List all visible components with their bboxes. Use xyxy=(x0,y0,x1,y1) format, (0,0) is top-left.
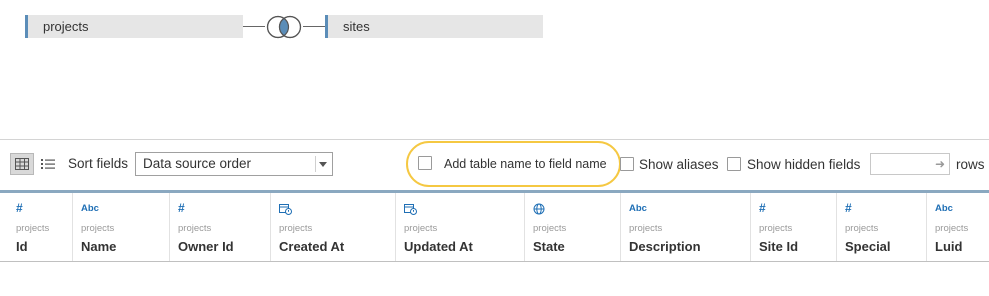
field-column-header[interactable]: # projects Owner Id xyxy=(170,193,271,261)
field-table-name: projects xyxy=(533,223,567,234)
show-hidden-fields-label: Show hidden fields xyxy=(747,157,861,172)
field-table-name: projects xyxy=(279,223,313,234)
string-icon[interactable]: Abc xyxy=(629,204,647,214)
field-column-header[interactable]: # projects Id xyxy=(8,193,73,261)
join-right-table[interactable]: sites xyxy=(325,15,543,38)
add-table-name-label: Add table name to field name xyxy=(444,157,607,171)
grid-view-button[interactable] xyxy=(10,153,34,175)
field-column-header[interactable]: projects Updated At xyxy=(396,193,525,261)
string-icon[interactable]: Abc xyxy=(81,204,99,214)
join-connector-right xyxy=(303,26,325,27)
sort-fields-label: Sort fields xyxy=(68,156,129,171)
field-name[interactable]: State xyxy=(533,239,565,254)
number-icon[interactable]: # xyxy=(759,202,766,214)
field-table-name: projects xyxy=(629,223,663,234)
field-column-header[interactable]: # projects Site Id xyxy=(751,193,837,261)
number-icon[interactable]: # xyxy=(178,202,185,214)
list-icon xyxy=(41,159,55,169)
join-connector-left xyxy=(243,26,265,27)
select-separator xyxy=(315,156,316,172)
field-column-header[interactable]: Abc projects Name xyxy=(73,193,170,261)
arrow-right-icon[interactable]: ➜ xyxy=(935,158,945,170)
field-table-name: projects xyxy=(81,223,115,234)
field-name[interactable]: Updated At xyxy=(404,239,473,254)
field-table-name: projects xyxy=(935,223,969,234)
show-aliases-checkbox[interactable] xyxy=(620,157,634,171)
field-column-header[interactable]: Abc projects Description xyxy=(621,193,751,261)
grid-icon xyxy=(15,158,29,170)
datetime-icon[interactable] xyxy=(279,203,292,215)
field-column-header[interactable]: projects State xyxy=(525,193,621,261)
field-name[interactable]: Luid xyxy=(935,239,962,254)
sort-fields-value: Data source order xyxy=(143,156,252,171)
field-table-name: projects xyxy=(845,223,879,234)
field-name[interactable]: Special xyxy=(845,239,891,254)
field-table-name: projects xyxy=(759,223,793,234)
chevron-down-icon xyxy=(319,162,327,167)
list-view-button[interactable] xyxy=(36,153,60,175)
field-name[interactable]: Id xyxy=(16,239,28,254)
rows-label: rows xyxy=(956,157,985,172)
add-table-name-checkbox[interactable] xyxy=(418,156,432,170)
string-icon[interactable]: Abc xyxy=(935,204,953,214)
field-table-name: projects xyxy=(178,223,212,234)
field-column-header[interactable]: # projects Special xyxy=(837,193,927,261)
field-name[interactable]: Description xyxy=(629,239,701,254)
number-icon[interactable]: # xyxy=(16,202,23,214)
globe-icon[interactable] xyxy=(533,203,545,215)
sort-fields-select[interactable]: Data source order xyxy=(135,152,333,176)
number-icon[interactable]: # xyxy=(845,202,852,214)
show-aliases-label: Show aliases xyxy=(639,157,719,172)
inner-join-icon[interactable] xyxy=(265,15,303,39)
field-table-name: projects xyxy=(16,223,50,234)
toolbar-divider xyxy=(0,139,989,140)
field-column-header[interactable]: Abc projects Luid xyxy=(927,193,989,261)
field-name[interactable]: Site Id xyxy=(759,239,798,254)
datetime-icon[interactable] xyxy=(404,203,417,215)
show-hidden-fields-checkbox[interactable] xyxy=(727,157,741,171)
grid-header-bottom xyxy=(0,261,989,262)
field-name[interactable]: Created At xyxy=(279,239,344,254)
field-column-header[interactable]: projects Created At xyxy=(271,193,396,261)
field-name[interactable]: Owner Id xyxy=(178,239,234,254)
rows-input[interactable]: ➜ xyxy=(870,153,950,175)
field-name[interactable]: Name xyxy=(81,239,116,254)
join-left-table[interactable]: projects xyxy=(25,15,243,38)
field-table-name: projects xyxy=(404,223,438,234)
